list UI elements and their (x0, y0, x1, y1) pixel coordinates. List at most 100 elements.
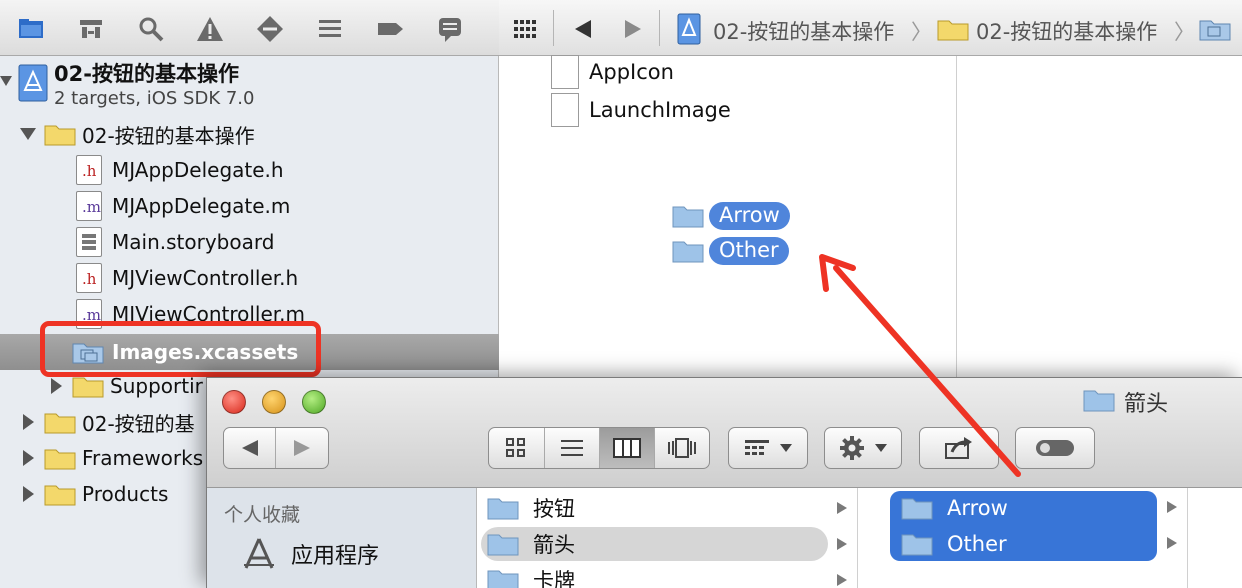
disclosure-arrow-icon (837, 538, 847, 550)
tree-item-label: MJAppDelegate.m (112, 194, 291, 218)
finder-sidebar: 个人收藏 应用程序 (207, 488, 477, 588)
close-window-button[interactable] (222, 390, 246, 414)
column-item-other[interactable]: Other (901, 527, 1007, 561)
folder-icon (672, 241, 704, 263)
folder-icon (487, 498, 519, 520)
column-item-arrow[interactable]: Arrow (901, 491, 1008, 525)
navigator-toolbar (0, 0, 499, 56)
tree-item-file[interactable]: Main.storyboard (0, 224, 499, 260)
tree-item-file[interactable]: .m MJAppDelegate.m (0, 188, 499, 224)
finder-toolbar: 箭头 (207, 378, 1242, 488)
column-item-label: Arrow (947, 496, 1008, 520)
applications-icon (244, 538, 274, 569)
finder-column-1: 按钮 箭头 卡牌 (477, 488, 858, 588)
zoom-window-button[interactable] (302, 390, 326, 414)
column-item-arrow-folder[interactable]: 箭头 (487, 527, 847, 561)
arrange-grid-icon (745, 440, 769, 455)
chevron-right-icon: 〉 (1174, 20, 1195, 44)
related-items-grid-icon[interactable] (513, 18, 537, 40)
breakpoint-diamond-icon[interactable] (255, 14, 285, 44)
forward-button[interactable] (276, 428, 328, 468)
launch-image-set-icon (551, 93, 579, 127)
asset-catalog-icon (1199, 17, 1231, 41)
disclosure-closed-icon[interactable] (18, 412, 38, 432)
chevron-down-icon (780, 444, 792, 452)
disclosure-arrow-icon (837, 502, 847, 514)
folder-icon (44, 125, 76, 146)
project-disclosure-triangle[interactable] (0, 72, 12, 92)
back-arrow-icon[interactable] (573, 18, 593, 40)
tree-item-label: Main.storyboard (112, 230, 275, 254)
folder-icon (672, 206, 704, 228)
chevron-right-icon: 〉 (911, 20, 932, 44)
back-button[interactable] (224, 428, 277, 468)
column-view-button[interactable] (600, 428, 655, 468)
app-icon-set-icon (551, 55, 579, 89)
disclosure-closed-icon[interactable] (46, 376, 66, 396)
tree-item-label: Products (82, 482, 169, 506)
arrange-menu-button[interactable] (728, 427, 808, 469)
column-item-label: 箭头 (533, 533, 575, 557)
asset-item-label: AppIcon (589, 60, 674, 84)
folder-icon (72, 377, 104, 398)
view-mode-control (488, 427, 710, 469)
tree-item-label: 02-按钮的基 (82, 411, 195, 436)
tree-item-label: 02-按钮的基本操作 (82, 123, 255, 148)
asset-set-list: AppIcon LaunchImage Arrow Other (499, 54, 957, 380)
folder-icon (1083, 388, 1115, 412)
dragged-item-other[interactable]: Other (672, 234, 789, 268)
disclosure-arrow-icon (1167, 501, 1177, 513)
folder-icon (44, 485, 76, 506)
tree-item-file[interactable]: .h MJViewController.h (0, 260, 499, 296)
asset-item-launchimage[interactable]: LaunchImage (551, 92, 731, 128)
jump-bar: 02-按钮的基本操作 〉 02-按钮的基本操作 〉 (499, 0, 1242, 56)
forward-arrow-icon[interactable] (623, 18, 643, 40)
dragged-item-arrow[interactable]: Arrow (672, 199, 790, 233)
warning-icon[interactable] (195, 14, 225, 44)
tag-icon[interactable] (375, 14, 405, 44)
folder-icon (487, 534, 519, 556)
tree-item-label: MJViewController.h (112, 266, 299, 290)
column-item-cards[interactable]: 卡牌 (487, 563, 847, 588)
tree-item-label: Supportir (110, 374, 203, 398)
action-menu-button[interactable] (824, 427, 902, 469)
jumpbar-crumb-project[interactable]: 02-按钮的基本操作 (713, 16, 894, 46)
sidebar-item-label: 应用程序 (291, 544, 380, 569)
cover-flow-button[interactable] (655, 428, 710, 468)
project-navigator-icon[interactable] (16, 14, 46, 44)
asset-item-label: LaunchImage (589, 98, 731, 122)
finder-column-4 (1188, 488, 1242, 588)
annotation-highlight-box (40, 321, 321, 377)
list-view-button[interactable] (545, 428, 600, 468)
gear-icon (840, 436, 864, 460)
folder-icon (487, 570, 519, 588)
disclosure-open-icon[interactable] (18, 124, 38, 144)
jumpbar-crumb-group[interactable]: 02-按钮的基本操作 (976, 16, 1157, 46)
jumpbar-divider (659, 10, 660, 46)
tree-item-label: MJAppDelegate.h (112, 158, 284, 182)
chevron-down-icon (875, 444, 887, 452)
disclosure-closed-icon[interactable] (18, 484, 38, 504)
disclosure-arrow-icon (837, 574, 847, 586)
minimize-window-button[interactable] (262, 390, 286, 414)
asset-item-appicon[interactable]: AppIcon (551, 54, 674, 90)
finder-window: 箭头 个人收藏 应用程序 按钮 箭头 卡牌 Arrow Other (206, 377, 1242, 588)
project-title[interactable]: 02-按钮的基本操作 (54, 58, 239, 88)
column-item-buttons[interactable]: 按钮 (487, 491, 847, 525)
tree-item-file[interactable]: .h MJAppDelegate.h (0, 152, 499, 188)
symbol-navigator-icon[interactable] (76, 14, 106, 44)
toggle-toolbar-button[interactable] (1015, 427, 1095, 469)
tree-item-group-main[interactable]: 02-按钮的基本操作 (0, 116, 499, 152)
list-icon[interactable] (315, 14, 345, 44)
icon-view-button[interactable] (489, 428, 545, 468)
share-button[interactable] (919, 427, 999, 469)
sidebar-item-applications[interactable]: 应用程序 (241, 534, 491, 574)
column-item-label: Other (947, 532, 1007, 556)
project-subtitle: 2 targets, iOS SDK 7.0 (54, 88, 255, 109)
log-bubble-icon[interactable] (435, 14, 465, 44)
disclosure-closed-icon[interactable] (18, 448, 38, 468)
back-forward-control (223, 427, 329, 469)
search-icon[interactable] (136, 14, 166, 44)
dragged-item-label: Arrow (709, 202, 790, 230)
storyboard-file-icon (76, 227, 102, 257)
